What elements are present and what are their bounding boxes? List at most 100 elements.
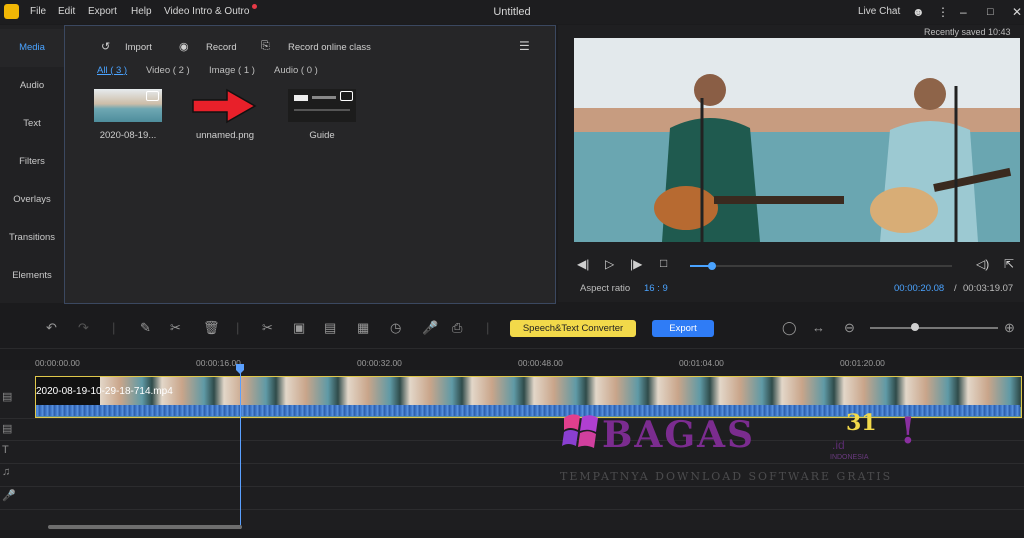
recently-saved-label: Recently saved 10:43 xyxy=(924,27,1011,37)
watermark-exclaim: ! xyxy=(900,410,916,452)
volume-icon[interactable]: ◁) xyxy=(976,257,989,271)
zoom-out-icon[interactable]: ⊖ xyxy=(844,320,855,336)
close-icon[interactable]: ✕ xyxy=(1012,0,1022,24)
zoom-in-icon[interactable]: ⊕ xyxy=(1004,320,1015,336)
aspect-ratio-value[interactable]: 16 : 9 xyxy=(644,283,668,294)
maximize-icon[interactable]: □ xyxy=(987,0,994,24)
media-item-video-thumbnail[interactable] xyxy=(94,89,162,122)
record-online-class-button[interactable]: Record online class xyxy=(288,42,371,53)
user-icon[interactable]: ☻ xyxy=(912,0,925,24)
minimize-icon[interactable]: – xyxy=(960,0,967,24)
video-preview xyxy=(574,38,1020,242)
media-panel: ↺ Import ◉ Record ⎘ Record online class … xyxy=(64,25,556,304)
redo-icon[interactable]: ↷ xyxy=(78,320,89,336)
record-icon[interactable]: ◉ xyxy=(179,40,189,53)
music-track-icon: ♫ xyxy=(2,466,11,478)
ruler-divider xyxy=(0,348,1024,349)
video-frame-image xyxy=(574,38,1020,242)
marker-icon[interactable]: ◯ xyxy=(782,320,797,336)
zoom-in-frame-icon[interactable]: ▣ xyxy=(293,320,305,336)
speed-icon[interactable]: ◷ xyxy=(390,320,401,336)
import-icon[interactable]: ↺ xyxy=(101,40,110,53)
more-menu-icon[interactable]: ⋮ xyxy=(937,0,949,24)
video-badge-icon xyxy=(146,91,159,101)
play-icon[interactable]: ▷ xyxy=(605,257,614,271)
ruler-tick: 00:00:00.00 xyxy=(35,358,80,368)
delete-icon[interactable]: 🗑 xyxy=(203,320,220,336)
sidebar-item-overlays[interactable]: Overlays xyxy=(0,181,64,219)
next-frame-icon[interactable]: |▶ xyxy=(630,257,642,271)
title-bar: File Edit Export Help Video Intro & Outr… xyxy=(0,0,1024,24)
screenshot-icon[interactable]: ⎙ xyxy=(452,320,462,336)
track-row xyxy=(0,486,1024,509)
ruler-tick: 00:00:16.00 xyxy=(196,358,241,368)
sidebar: Media Audio Text Filters Overlays Transi… xyxy=(0,25,64,303)
clip-frames xyxy=(100,377,1021,407)
current-time: 00:00:20.08 xyxy=(894,283,945,294)
tab-image[interactable]: Image ( 1 ) xyxy=(209,65,255,76)
ruler-tick: 00:00:32.00 xyxy=(357,358,402,368)
clip-label: 2020-08-19-10-29-18-714.mp4 xyxy=(36,386,173,397)
timeline-scrollbar[interactable] xyxy=(48,525,242,529)
toolbar-divider: | xyxy=(486,320,490,335)
export-button[interactable]: Export xyxy=(652,320,714,337)
edit-pen-icon[interactable]: ✎ xyxy=(140,320,151,336)
total-time: 00:03:19.07 xyxy=(963,283,1014,294)
undo-icon[interactable]: ↶ xyxy=(46,320,57,336)
import-button[interactable]: Import xyxy=(125,42,152,53)
voice-track-icon: 🎤 xyxy=(2,490,16,502)
live-chat-link[interactable]: Live Chat xyxy=(858,0,900,24)
crop-icon[interactable]: ✂ xyxy=(262,320,273,336)
track-row xyxy=(0,440,1024,463)
fit-timeline-icon[interactable]: ↔ xyxy=(812,320,825,335)
playhead[interactable] xyxy=(240,364,241,529)
guide-gray-line xyxy=(312,96,336,99)
media-item-label: unnamed.png xyxy=(195,130,255,141)
video-badge-icon xyxy=(340,91,353,101)
ruler-tick: 00:01:04.00 xyxy=(679,358,724,368)
aspect-ratio-label: Aspect ratio xyxy=(580,283,631,294)
split-scissors-icon[interactable]: ✂ xyxy=(170,320,181,336)
record-button[interactable]: Record xyxy=(206,42,237,53)
speech-text-converter-button[interactable]: Speech&Text Converter xyxy=(510,320,636,337)
freeze-frame-icon[interactable]: ▤ xyxy=(324,320,336,336)
zoom-slider-knob[interactable] xyxy=(910,323,919,331)
zoom-slider-track[interactable] xyxy=(870,327,998,329)
sidebar-item-elements[interactable]: Elements xyxy=(0,257,64,295)
media-item-label: Guide xyxy=(309,130,335,141)
watermark-country: INDONESIA xyxy=(830,454,869,461)
sidebar-item-media[interactable]: Media xyxy=(0,29,64,67)
toolbar-divider: | xyxy=(112,320,116,335)
pip-track-icon: ▤ xyxy=(2,423,13,435)
stop-icon[interactable]: □ xyxy=(660,256,667,270)
watermark-tagline: TEMPATNYA DOWNLOAD SOFTWARE GRATIS xyxy=(560,470,893,483)
text-track-icon: T xyxy=(2,444,9,456)
time-separator: / xyxy=(954,283,957,294)
watermark-number: 31 xyxy=(846,410,877,436)
media-item-label: 2020-08-19... xyxy=(99,130,157,141)
tab-video[interactable]: Video ( 2 ) xyxy=(146,65,190,76)
sidebar-item-text[interactable]: Text xyxy=(0,105,64,143)
guide-dark-line xyxy=(294,109,350,111)
media-item-guide-thumbnail[interactable] xyxy=(288,89,356,122)
sidebar-item-audio[interactable]: Audio xyxy=(0,67,64,105)
voiceover-icon[interactable]: 🎤 xyxy=(422,320,438,336)
record-online-icon[interactable]: ⎘ xyxy=(261,40,270,53)
video-track-icon: ▤ xyxy=(2,391,13,403)
windows-flag-icon xyxy=(562,414,598,448)
toolbar-divider: | xyxy=(236,320,240,335)
list-view-icon[interactable]: ☰ xyxy=(519,39,530,53)
ruler-tick: 00:00:48.00 xyxy=(518,358,563,368)
fullscreen-icon[interactable]: ⇱ xyxy=(1004,257,1014,271)
watermark-brand: BAGAS xyxy=(602,414,756,456)
prev-frame-icon[interactable]: ◀| xyxy=(577,257,589,271)
sidebar-item-transitions[interactable]: Transitions xyxy=(0,219,64,257)
ruler-tick: 00:01:20.00 xyxy=(840,358,885,368)
red-arrow-icon xyxy=(192,88,257,124)
media-item-image-thumbnail[interactable] xyxy=(191,87,259,125)
playback-track[interactable] xyxy=(690,265,952,267)
tab-audio[interactable]: Audio ( 0 ) xyxy=(274,65,318,76)
mosaic-icon[interactable]: ▦ xyxy=(357,320,369,336)
sidebar-item-filters[interactable]: Filters xyxy=(0,143,64,181)
tab-all[interactable]: All ( 3 ) xyxy=(97,65,127,76)
